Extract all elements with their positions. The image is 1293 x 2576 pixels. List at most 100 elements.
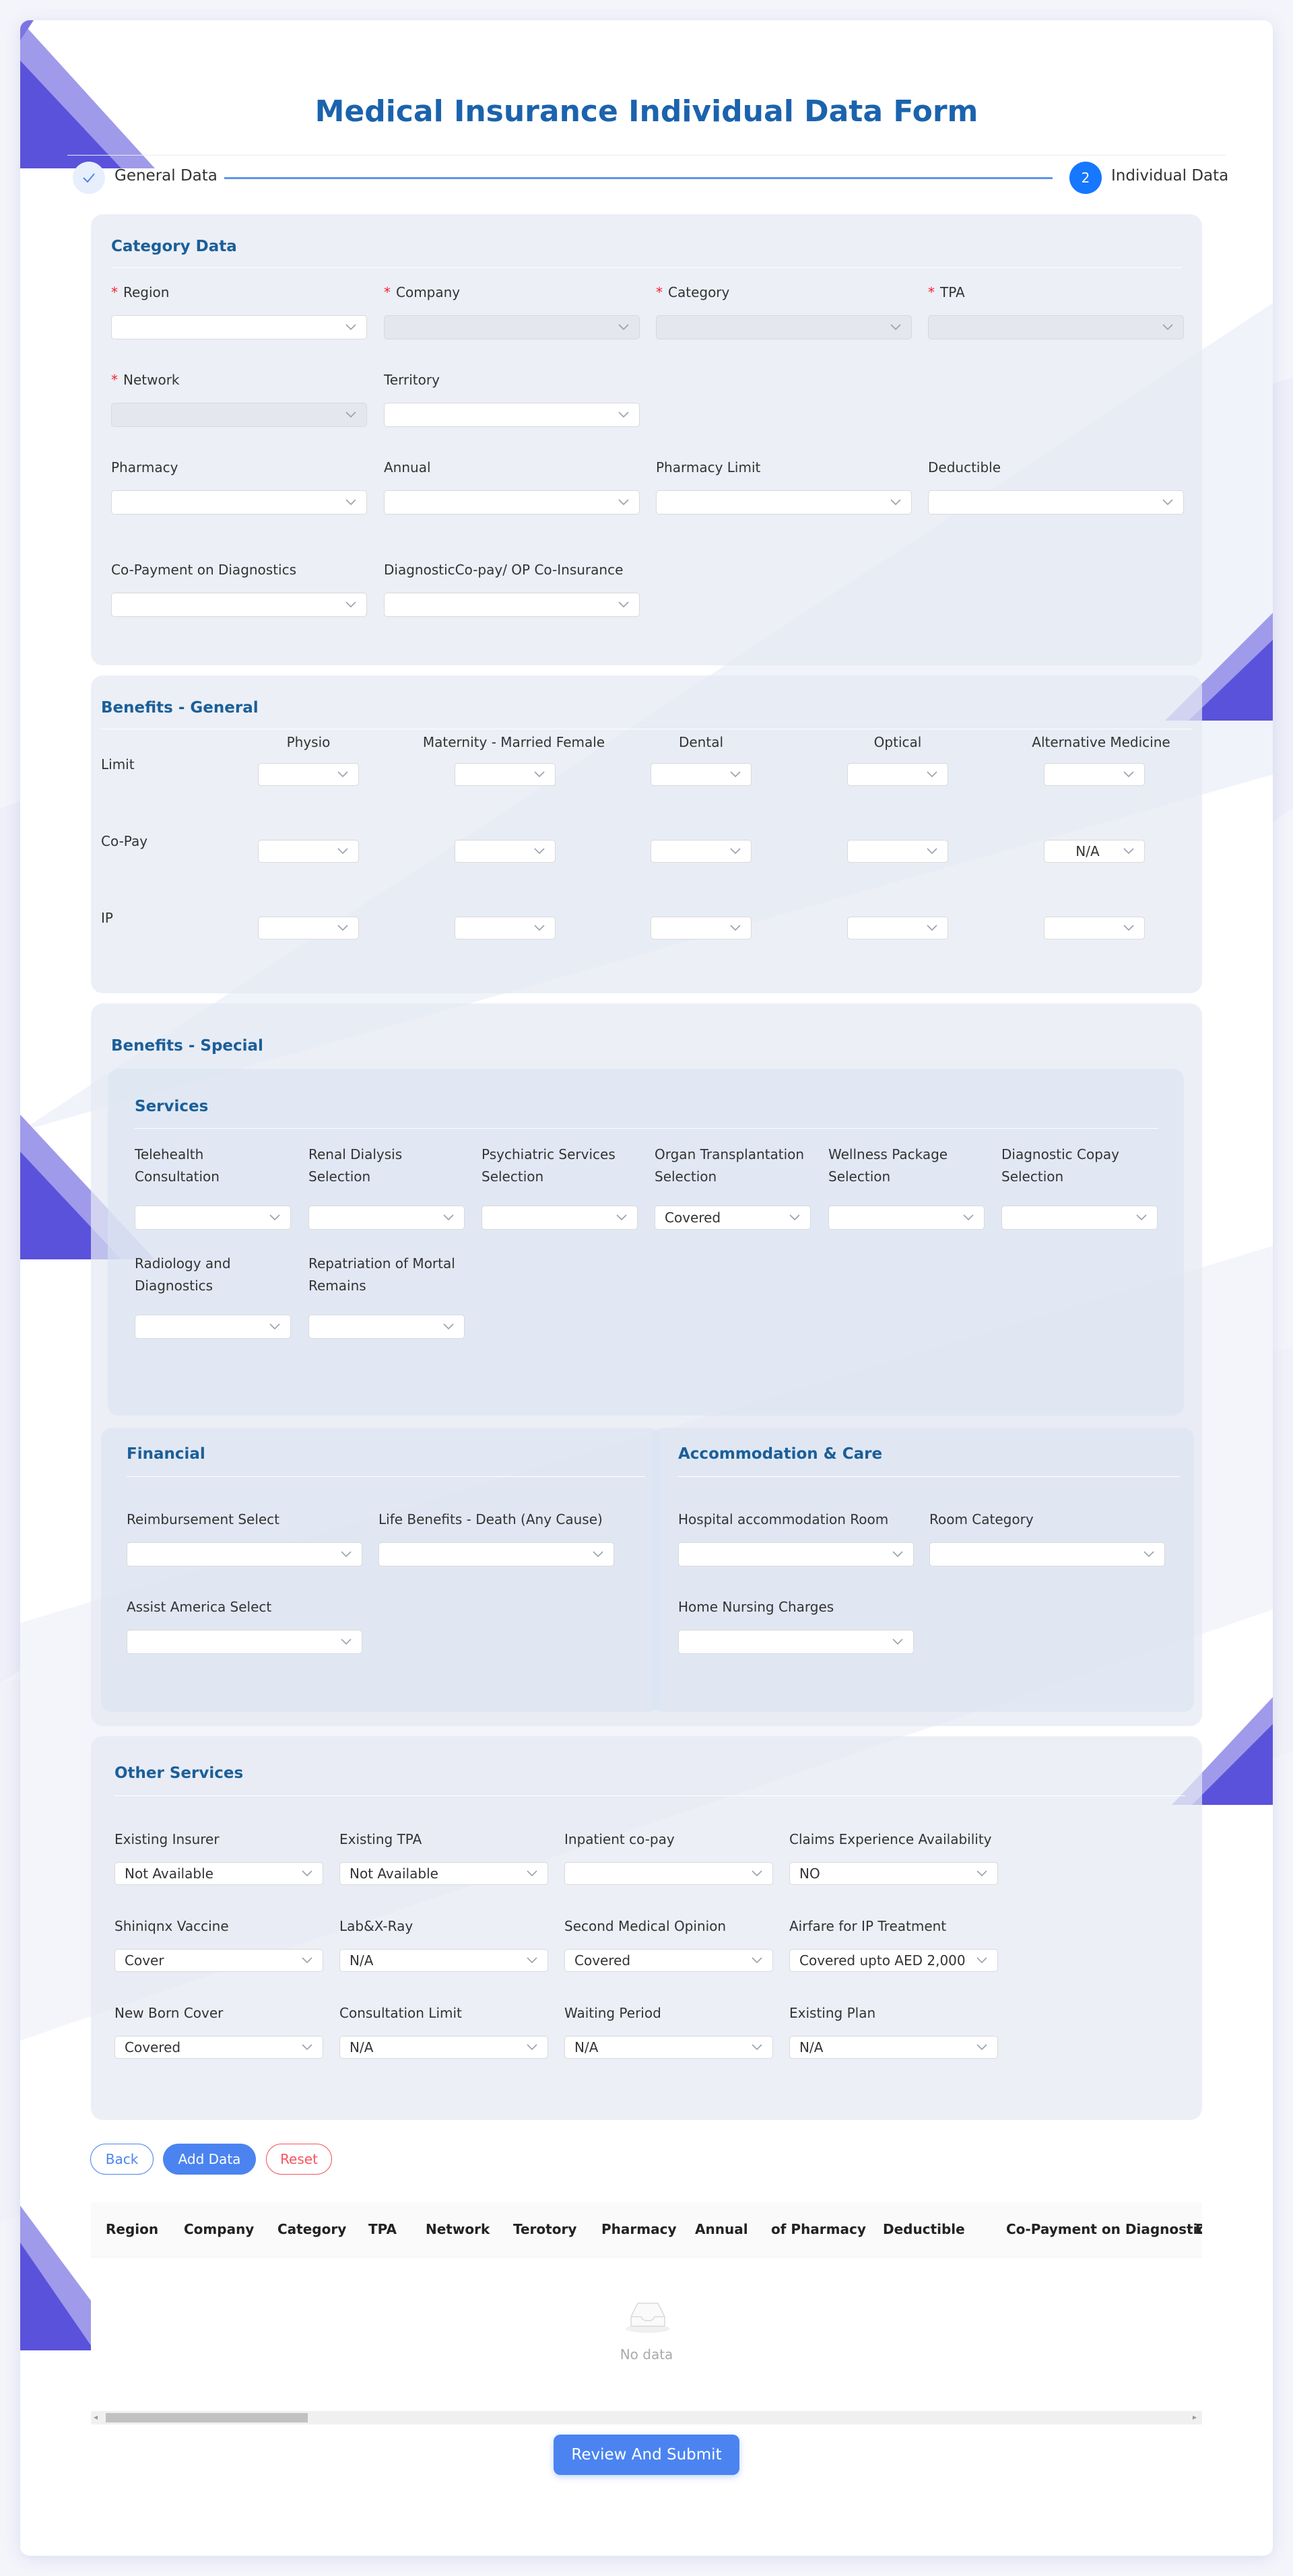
deductible-label: Deductible <box>928 459 1001 475</box>
category-label: * Category <box>656 284 730 300</box>
renal-dialysis-label: Renal Dialysis Selection <box>308 1146 403 1185</box>
chevron-down-icon <box>1160 490 1175 515</box>
home-nursing-label: Home Nursing Charges <box>678 1599 834 1615</box>
new-born-label: New Born Cover <box>114 2005 224 2021</box>
step-individual-data[interactable]: Individual Data <box>1111 167 1228 185</box>
inpatient-copay-select[interactable] <box>564 1862 773 1885</box>
tpa-select[interactable] <box>928 315 1184 339</box>
new-born-select[interactable]: Covered <box>114 2036 323 2059</box>
limit-optical-select[interactable] <box>847 763 948 786</box>
copay-dental-select[interactable] <box>651 840 752 863</box>
lab-xray-select[interactable]: N/A <box>339 1949 548 1972</box>
accommodation-title: Accommodation & Care <box>678 1445 883 1463</box>
annual-select[interactable] <box>384 490 640 515</box>
chevron-down-icon <box>728 762 743 787</box>
chevron-down-icon <box>890 1542 905 1566</box>
chevron-down-icon <box>300 1948 314 1973</box>
pharmacy-select[interactable] <box>111 490 367 515</box>
radiology-select[interactable] <box>135 1315 291 1339</box>
pharmacy-label: Pharmacy <box>111 459 178 475</box>
back-button[interactable]: Back <box>90 2144 154 2175</box>
chevron-down-icon <box>1121 839 1136 863</box>
room-category-select[interactable] <box>929 1542 1165 1566</box>
chevron-down-icon <box>728 916 743 940</box>
financial-title: Financial <box>127 1445 205 1463</box>
limit-maternity-select[interactable] <box>455 763 556 786</box>
chevron-down-icon <box>339 1542 354 1566</box>
reset-button[interactable]: Reset <box>266 2144 332 2175</box>
existing-plan-select[interactable]: N/A <box>789 2036 998 2059</box>
chevron-down-icon <box>616 593 631 617</box>
home-nursing-select[interactable] <box>678 1630 914 1654</box>
renal-dialysis-select[interactable] <box>308 1206 465 1230</box>
chevron-down-icon <box>267 1206 282 1230</box>
reimbursement-label: Reimbursement Select <box>127 1511 280 1527</box>
copay-physio-select[interactable] <box>258 840 359 863</box>
required-mark: * <box>656 284 663 300</box>
add-data-button[interactable]: Add Data <box>163 2144 256 2175</box>
chevron-down-icon <box>925 839 939 863</box>
ip-optical-select[interactable] <box>847 917 948 939</box>
scroll-left-icon[interactable]: ◂ <box>94 2412 98 2422</box>
limit-alternative-select[interactable] <box>1044 763 1145 786</box>
chevron-down-icon <box>532 916 547 940</box>
copay-optical-select[interactable] <box>847 840 948 863</box>
repatriation-select[interactable] <box>308 1315 465 1339</box>
diagnostic-copay-select[interactable] <box>384 593 640 617</box>
deductible-select[interactable] <box>928 490 1184 515</box>
ip-maternity-select[interactable] <box>455 917 556 939</box>
limit-physio-select[interactable] <box>258 763 359 786</box>
th-territory: Terotory <box>513 2221 577 2237</box>
scroll-right-icon[interactable]: ▸ <box>1193 2412 1197 2422</box>
existing-tpa-select[interactable]: Not Available <box>339 1862 548 1885</box>
reimbursement-select[interactable] <box>127 1542 362 1566</box>
psychiatric-select[interactable] <box>482 1206 638 1230</box>
chevron-down-icon <box>441 1315 456 1339</box>
consultation-limit-select[interactable]: N/A <box>339 2036 548 2059</box>
telehealth-select[interactable] <box>135 1206 291 1230</box>
th-pharmacy: Pharmacy <box>601 2221 677 2237</box>
row-ip-label: IP <box>101 910 113 926</box>
claims-experience-select[interactable]: NO <box>789 1862 998 1885</box>
ip-physio-select[interactable] <box>258 917 359 939</box>
company-select[interactable] <box>384 315 640 339</box>
waiting-period-select[interactable]: N/A <box>564 2036 773 2059</box>
table-scrollbar-thumb[interactable] <box>106 2413 308 2422</box>
th-copay-diagnostics: Co-Payment on Diagnostics <box>1006 2221 1202 2237</box>
shiniqnx-vaccine-select[interactable]: Cover <box>114 1949 323 1972</box>
ip-dental-select[interactable] <box>651 917 752 939</box>
life-benefits-select[interactable] <box>378 1542 614 1566</box>
chevron-down-icon <box>1121 762 1136 787</box>
step-general-data[interactable]: General Data <box>114 167 218 185</box>
row-limit-label: Limit <box>101 756 135 772</box>
pharmacy-limit-select[interactable] <box>656 490 912 515</box>
repatriation-label: Repatriation of Mortal Remains <box>308 1255 455 1294</box>
network-select[interactable] <box>111 403 367 427</box>
required-mark: * <box>111 284 118 300</box>
category-select[interactable] <box>656 315 912 339</box>
assist-america-select[interactable] <box>127 1630 362 1654</box>
chevron-down-icon <box>532 839 547 863</box>
territory-select[interactable] <box>384 403 640 427</box>
existing-tpa-label: Existing TPA <box>339 1831 422 1847</box>
limit-dental-select[interactable] <box>651 763 752 786</box>
step-number-badge[interactable]: 2 <box>1069 162 1102 194</box>
existing-insurer-select[interactable]: Not Available <box>114 1862 323 1885</box>
data-table: Region Company Category TPA Network Tero… <box>91 2202 1202 2424</box>
second-opinion-select[interactable]: Covered <box>564 1949 773 1972</box>
ip-alternative-select[interactable] <box>1044 917 1145 939</box>
services-panel <box>108 1069 1184 1416</box>
review-submit-button[interactable]: Review And Submit <box>554 2435 739 2475</box>
wellness-select[interactable] <box>828 1206 985 1230</box>
copay-maternity-select[interactable] <box>455 840 556 863</box>
copay-alternative-select[interactable]: N/A <box>1044 840 1145 863</box>
chevron-down-icon <box>925 762 939 787</box>
region-select[interactable] <box>111 315 367 339</box>
hospital-room-select[interactable] <box>678 1542 914 1566</box>
step-done-check-icon[interactable] <box>73 162 105 194</box>
airfare-select[interactable]: Covered upto AED 2,000 <box>789 1949 998 1972</box>
copay-diagnostics-select[interactable] <box>111 593 367 617</box>
organ-transplant-select[interactable]: Covered <box>655 1206 811 1230</box>
chevron-down-icon <box>1134 1206 1149 1230</box>
diagnostic-copay-selection-select[interactable] <box>1001 1206 1158 1230</box>
